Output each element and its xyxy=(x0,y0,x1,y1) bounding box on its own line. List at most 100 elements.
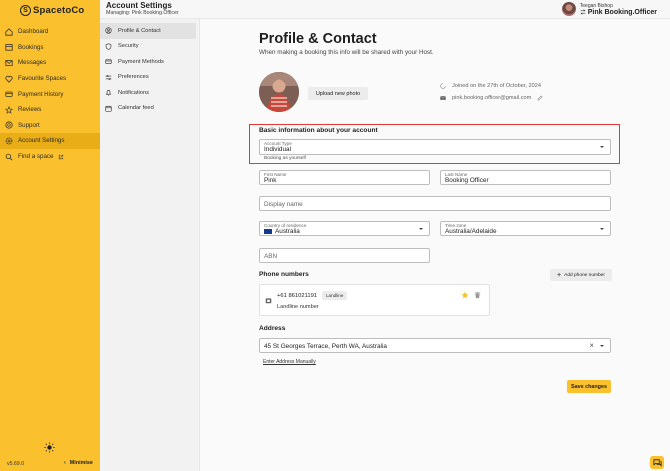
sidebar-item-dashboard[interactable]: Dashboard xyxy=(0,24,100,40)
address-field[interactable]: 45 St Georges Terrace, Perth WA, Austral… xyxy=(259,338,611,353)
sidebar-item-label: Account Settings xyxy=(18,137,65,145)
chevron-down-icon xyxy=(600,228,604,230)
sidebar-item-label: Support xyxy=(18,121,40,129)
sidebar-item-label: Bookings xyxy=(18,43,44,51)
payment-history-icon xyxy=(5,91,13,97)
display-name-field[interactable]: Display name xyxy=(259,196,611,211)
sidebar-item-messages[interactable]: Messages xyxy=(0,55,100,71)
shield-icon xyxy=(105,43,112,50)
sidebar-item-label: Messages xyxy=(18,59,47,67)
chat-widget-button[interactable] xyxy=(650,456,664,469)
enter-address-manually-link[interactable]: Enter Address Manually xyxy=(263,359,316,365)
page-title: Profile & Contact xyxy=(259,31,377,47)
tab-profile-contact[interactable]: Profile & Contact xyxy=(100,23,196,39)
abn-placeholder: ABN xyxy=(264,253,278,260)
subnav-label: Profile & Contact xyxy=(118,27,161,34)
country-select[interactable]: Country of residence Australia xyxy=(259,221,430,236)
first-name-field[interactable]: First Name Pink xyxy=(259,170,430,185)
search-icon xyxy=(5,153,13,161)
subnav-label: Calendar feed xyxy=(118,105,154,112)
mail-icon xyxy=(5,60,13,66)
minimise-label: Minimise xyxy=(69,460,93,466)
tab-security[interactable]: Security xyxy=(100,39,196,55)
australia-flag-icon xyxy=(264,228,272,234)
edit-pencil-icon[interactable] xyxy=(537,95,543,101)
tab-payment-methods[interactable]: Payment Methods xyxy=(100,54,196,70)
switch-account-icon xyxy=(580,9,586,15)
main-nav: Dashboard Bookings Messages Favourite Sp… xyxy=(0,24,100,164)
minimise-button[interactable]: ‹ Minimise xyxy=(64,460,93,466)
sidebar-item-label: Dashboard xyxy=(18,28,49,36)
address-value: 45 St Georges Terrace, Perth WA, Austral… xyxy=(264,343,387,350)
phone-type-badge: Landline xyxy=(322,291,348,300)
loading-spinner-icon xyxy=(440,83,446,89)
last-name-value: Booking Officer xyxy=(445,177,489,184)
country-value: Australia xyxy=(275,228,300,235)
subnav-label: Payment Methods xyxy=(118,58,164,65)
chat-icon xyxy=(652,459,662,467)
bell-icon xyxy=(105,90,112,96)
chevron-left-icon: ‹ xyxy=(64,460,66,466)
managing-subtitle: Managing: Pink Booking.Officer xyxy=(106,10,179,16)
sidebar-item-account-settings[interactable]: Account Settings xyxy=(0,133,100,149)
add-phone-label: Add phone number xyxy=(564,272,605,278)
sidebar-item-favourite-spaces[interactable]: Favourite Spaces xyxy=(0,71,100,87)
calendar-icon xyxy=(105,105,112,112)
upload-photo-button[interactable]: Upload new photo xyxy=(308,87,368,100)
sidebar-item-bookings[interactable]: Bookings xyxy=(0,40,100,56)
page-lead: When making a booking this info will be … xyxy=(259,49,434,56)
display-name-placeholder: Display name xyxy=(264,201,303,208)
sidebar-item-label: Find a space xyxy=(18,153,54,161)
last-name-field[interactable]: Last Name Booking Officer xyxy=(440,170,611,185)
card-icon xyxy=(105,59,112,65)
logo[interactable]: S SpacetoCo xyxy=(20,4,84,16)
app-version: v5.69.0 xyxy=(7,461,25,467)
tab-preferences[interactable]: Preferences xyxy=(100,70,196,86)
sidebar-item-label: Payment History xyxy=(18,90,64,98)
tab-calendar-feed[interactable]: Calendar feed xyxy=(100,101,196,117)
primary-star-icon[interactable] xyxy=(461,291,469,299)
clear-x-icon[interactable]: × xyxy=(589,341,594,350)
timezone-select[interactable]: Time zone Australia/Adelaide xyxy=(440,221,611,236)
main-sidebar: S SpacetoCo Dashboard Bookings Messages … xyxy=(0,0,100,471)
sidebar-item-payment-history[interactable]: Payment History xyxy=(0,86,100,102)
save-changes-button[interactable]: Save changes xyxy=(567,380,611,393)
email-text: pink.booking.officer@gmail.com xyxy=(452,95,532,101)
subnav-label: Security xyxy=(118,43,139,50)
user-menu[interactable]: Teegan Bishop Pink Booking.Officer xyxy=(561,2,657,16)
help-icon xyxy=(5,121,13,129)
heart-icon xyxy=(5,75,13,83)
account-type-select[interactable]: Account Type Individual xyxy=(259,139,611,155)
sidebar-item-support[interactable]: Support xyxy=(0,118,100,134)
add-phone-button[interactable]: + Add phone number xyxy=(550,269,612,281)
avatar xyxy=(561,2,576,16)
plus-icon: + xyxy=(557,271,562,279)
gear-icon xyxy=(5,137,13,145)
phone-description: Landline number xyxy=(277,304,319,310)
tab-notifications[interactable]: Notifications xyxy=(100,85,196,101)
sidebar-item-reviews[interactable]: Reviews xyxy=(0,102,100,118)
logo-mark: S xyxy=(20,4,31,16)
phone-number: +61 861021191 xyxy=(277,293,318,299)
country-value-wrap: Australia xyxy=(264,228,300,235)
external-link-icon xyxy=(59,154,64,159)
account-type-value: Individual xyxy=(264,146,292,153)
sidebar-item-find-a-space[interactable]: Find a space xyxy=(0,149,100,165)
basic-info-title: Basic information about your account xyxy=(259,127,378,134)
logo-text: SpacetoCo xyxy=(33,4,85,16)
mail-icon xyxy=(440,96,446,100)
home-icon xyxy=(5,28,13,36)
chevron-down-icon xyxy=(600,146,604,148)
profile-photo xyxy=(259,72,299,112)
subnav-label: Preferences xyxy=(118,74,149,81)
sidebar-item-label: Favourite Spaces xyxy=(18,75,67,83)
chevron-down-icon xyxy=(419,228,423,230)
theme-toggle-sun-icon[interactable] xyxy=(44,442,55,453)
abn-field[interactable]: ABN xyxy=(259,248,430,263)
delete-trash-icon[interactable] xyxy=(474,291,481,299)
user-role: Pink Booking.Officer xyxy=(587,8,657,16)
phone-numbers-title: Phone numbers xyxy=(259,271,309,278)
chevron-down-icon[interactable] xyxy=(600,345,604,347)
profile-contact-panel: Profile & Contact When making a booking … xyxy=(200,19,670,471)
sliders-icon xyxy=(105,74,112,80)
